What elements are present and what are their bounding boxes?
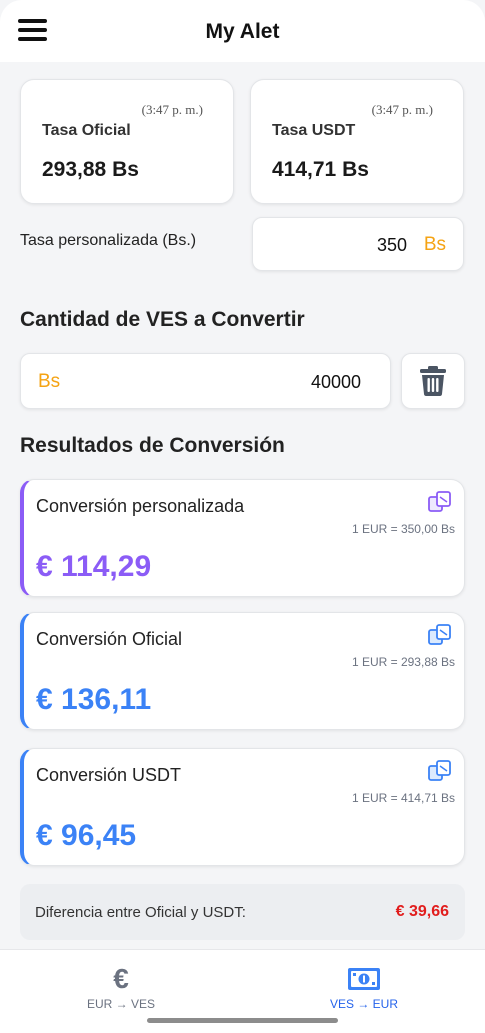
official-rate-time: (3:47 p. m.): [141, 102, 203, 117]
amount-section-title: Cantidad de VES a Convertir: [20, 308, 305, 331]
clear-amount-button[interactable]: [401, 353, 465, 409]
difference-label: Diferencia entre Oficial y USDT:: [35, 904, 246, 921]
usdt-rate-card: (3:47 p. m.) Tasa USDT 414,71 Bs: [250, 79, 464, 204]
tab-ves-to-eur[interactable]: VES → EUR: [294, 964, 434, 1011]
result-amount: € 136,11: [36, 683, 152, 716]
usdt-rate-label: Tasa USDT: [272, 122, 356, 139]
copy-icon[interactable]: [428, 491, 452, 513]
amount-unit: Bs: [38, 371, 61, 392]
home-indicator[interactable]: [147, 1018, 338, 1023]
official-rate-value: 293,88 Bs: [42, 158, 139, 181]
custom-rate-label: Tasa personalizada (Bs.): [20, 232, 197, 249]
result-rate: 1 EUR = 414,71 Bs: [351, 791, 455, 805]
result-title: Conversión Oficial: [36, 629, 183, 649]
result-rate: 1 EUR = 293,88 Bs: [351, 655, 455, 669]
result-title: Conversión personalizada: [36, 496, 245, 516]
result-rate: 1 EUR = 350,00 Bs: [351, 522, 455, 536]
app-header: My Alet: [0, 0, 485, 62]
usdt-rate-time: (3:47 p. m.): [371, 102, 433, 117]
usdt-conversion-card: Conversión USDT 1 EUR = 414,71 Bs € 96,4…: [20, 748, 465, 866]
tab-eur-to-ves[interactable]: € EUR → VES: [51, 963, 191, 1012]
result-amount: € 114,29: [36, 550, 152, 583]
custom-rate-unit: Bs: [423, 234, 446, 255]
tab-label: EUR → VES: [86, 997, 155, 1011]
custom-rate-value: 350: [376, 235, 407, 255]
usdt-rate-value: 414,71 Bs: [272, 158, 369, 181]
result-amount: € 96,45: [36, 819, 137, 852]
difference-bar: Diferencia entre Oficial y USDT: € 39,66: [20, 884, 465, 940]
result-title: Conversión USDT: [36, 765, 182, 785]
euro-icon: €: [113, 963, 129, 994]
app-title: My Alet: [205, 20, 280, 43]
copy-icon[interactable]: [428, 624, 452, 646]
official-conversion-card: Conversión Oficial 1 EUR = 293,88 Bs € 1…: [20, 612, 465, 730]
official-rate-label: Tasa Oficial: [42, 122, 131, 139]
banknote-icon: [294, 964, 434, 994]
trash-icon: [420, 366, 446, 396]
tab-label: VES → EUR: [329, 997, 398, 1011]
official-rate-card: (3:47 p. m.) Tasa Oficial 293,88 Bs: [20, 79, 234, 204]
custom-rate-input[interactable]: 350 Bs: [252, 217, 464, 271]
amount-value: 40000: [310, 372, 361, 392]
copy-icon[interactable]: [428, 760, 452, 782]
custom-conversion-card: Conversión personalizada 1 EUR = 350,00 …: [20, 479, 465, 597]
difference-value: € 39,66: [395, 903, 449, 920]
results-section-title: Resultados de Conversión: [20, 434, 285, 457]
amount-input[interactable]: Bs 40000: [20, 353, 391, 409]
